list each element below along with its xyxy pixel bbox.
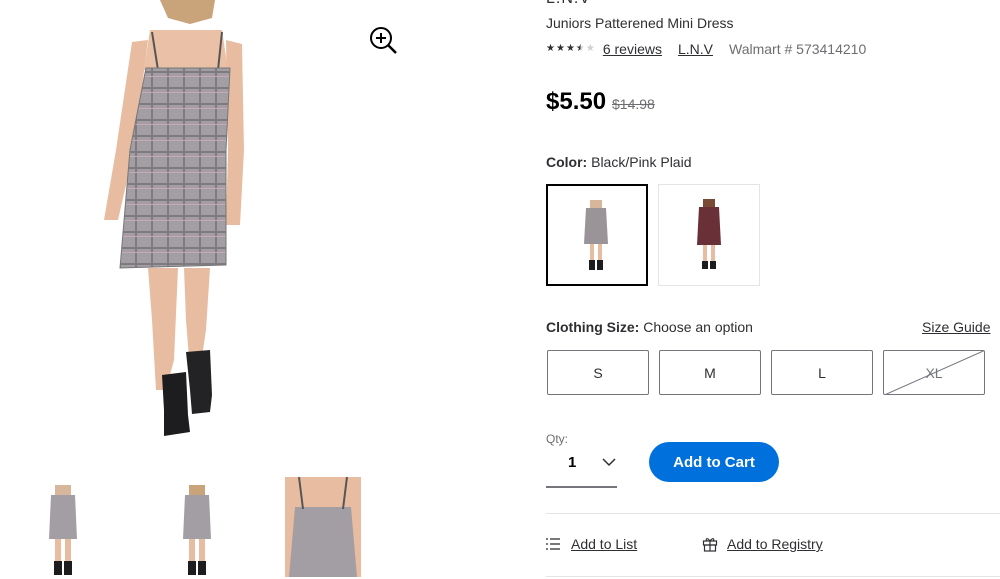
- brand-link[interactable]: L.N.V: [678, 41, 713, 57]
- main-product-image[interactable]: [0, 0, 520, 445]
- current-price: $5.50: [546, 88, 607, 115]
- color-label-heading: Color:: [546, 154, 588, 170]
- thumbnail-closeup[interactable]: [285, 477, 361, 577]
- color-label: Color: Black/Pink Plaid: [546, 154, 692, 170]
- star-icon: ★: [565, 43, 575, 54]
- add-to-list-link[interactable]: Add to List: [546, 536, 637, 552]
- size-option-s[interactable]: S: [547, 350, 649, 395]
- color-swatch-red-plaid[interactable]: [658, 184, 760, 286]
- dress-model-image: [104, 0, 244, 436]
- was-price: $14.98: [612, 96, 655, 112]
- color-value: Black/Pink Plaid: [591, 154, 692, 170]
- add-to-list-label: Add to List: [571, 536, 638, 552]
- divider: [546, 513, 1000, 514]
- size-label-heading: Clothing Size:: [546, 319, 640, 335]
- reviews-link[interactable]: 6 reviews: [603, 41, 662, 57]
- size-guide-link[interactable]: Size Guide: [922, 319, 990, 335]
- add-to-cart-button[interactable]: Add to Cart: [649, 442, 779, 482]
- add-to-registry-link[interactable]: Add to Registry: [702, 536, 823, 552]
- size-placeholder: Choose an option: [643, 319, 753, 335]
- empty-star-icon: ★: [585, 43, 595, 54]
- rating-row: ★ ★ ★ ★ ★ 6 reviews L.N.V Walmart # 5734…: [546, 40, 866, 58]
- star-icon: ★: [555, 43, 565, 54]
- gift-icon: [702, 538, 718, 552]
- size-option-xl-label: XL: [925, 364, 943, 381]
- star-rating: ★ ★ ★ ★ ★: [546, 44, 595, 54]
- zoom-in-icon[interactable]: [368, 25, 400, 57]
- sku-label: Walmart # 573414210: [729, 41, 867, 57]
- divider: [546, 576, 1000, 577]
- star-icon: ★: [546, 43, 555, 54]
- size-label: Clothing Size: Choose an option: [546, 319, 753, 335]
- brand-heading: L.N.V: [546, 0, 591, 8]
- product-title: Juniors Patterened Mini Dress: [546, 15, 734, 31]
- list-icon: [546, 538, 560, 550]
- thumbnail-front[interactable]: [25, 477, 101, 577]
- half-star-icon: ★: [575, 43, 585, 54]
- chevron-down-icon: [602, 458, 616, 467]
- add-to-registry-label: Add to Registry: [727, 536, 823, 552]
- size-option-xl-unavailable[interactable]: XL: [883, 350, 985, 395]
- size-option-l[interactable]: L: [771, 350, 873, 395]
- quantity-value: 1: [568, 454, 577, 471]
- color-swatch-black-pink-plaid[interactable]: [546, 184, 648, 286]
- size-option-m[interactable]: M: [659, 350, 761, 395]
- quantity-select[interactable]: 1: [546, 448, 617, 488]
- thumbnail-back[interactable]: [159, 477, 235, 577]
- quantity-label: Qty:: [546, 432, 569, 446]
